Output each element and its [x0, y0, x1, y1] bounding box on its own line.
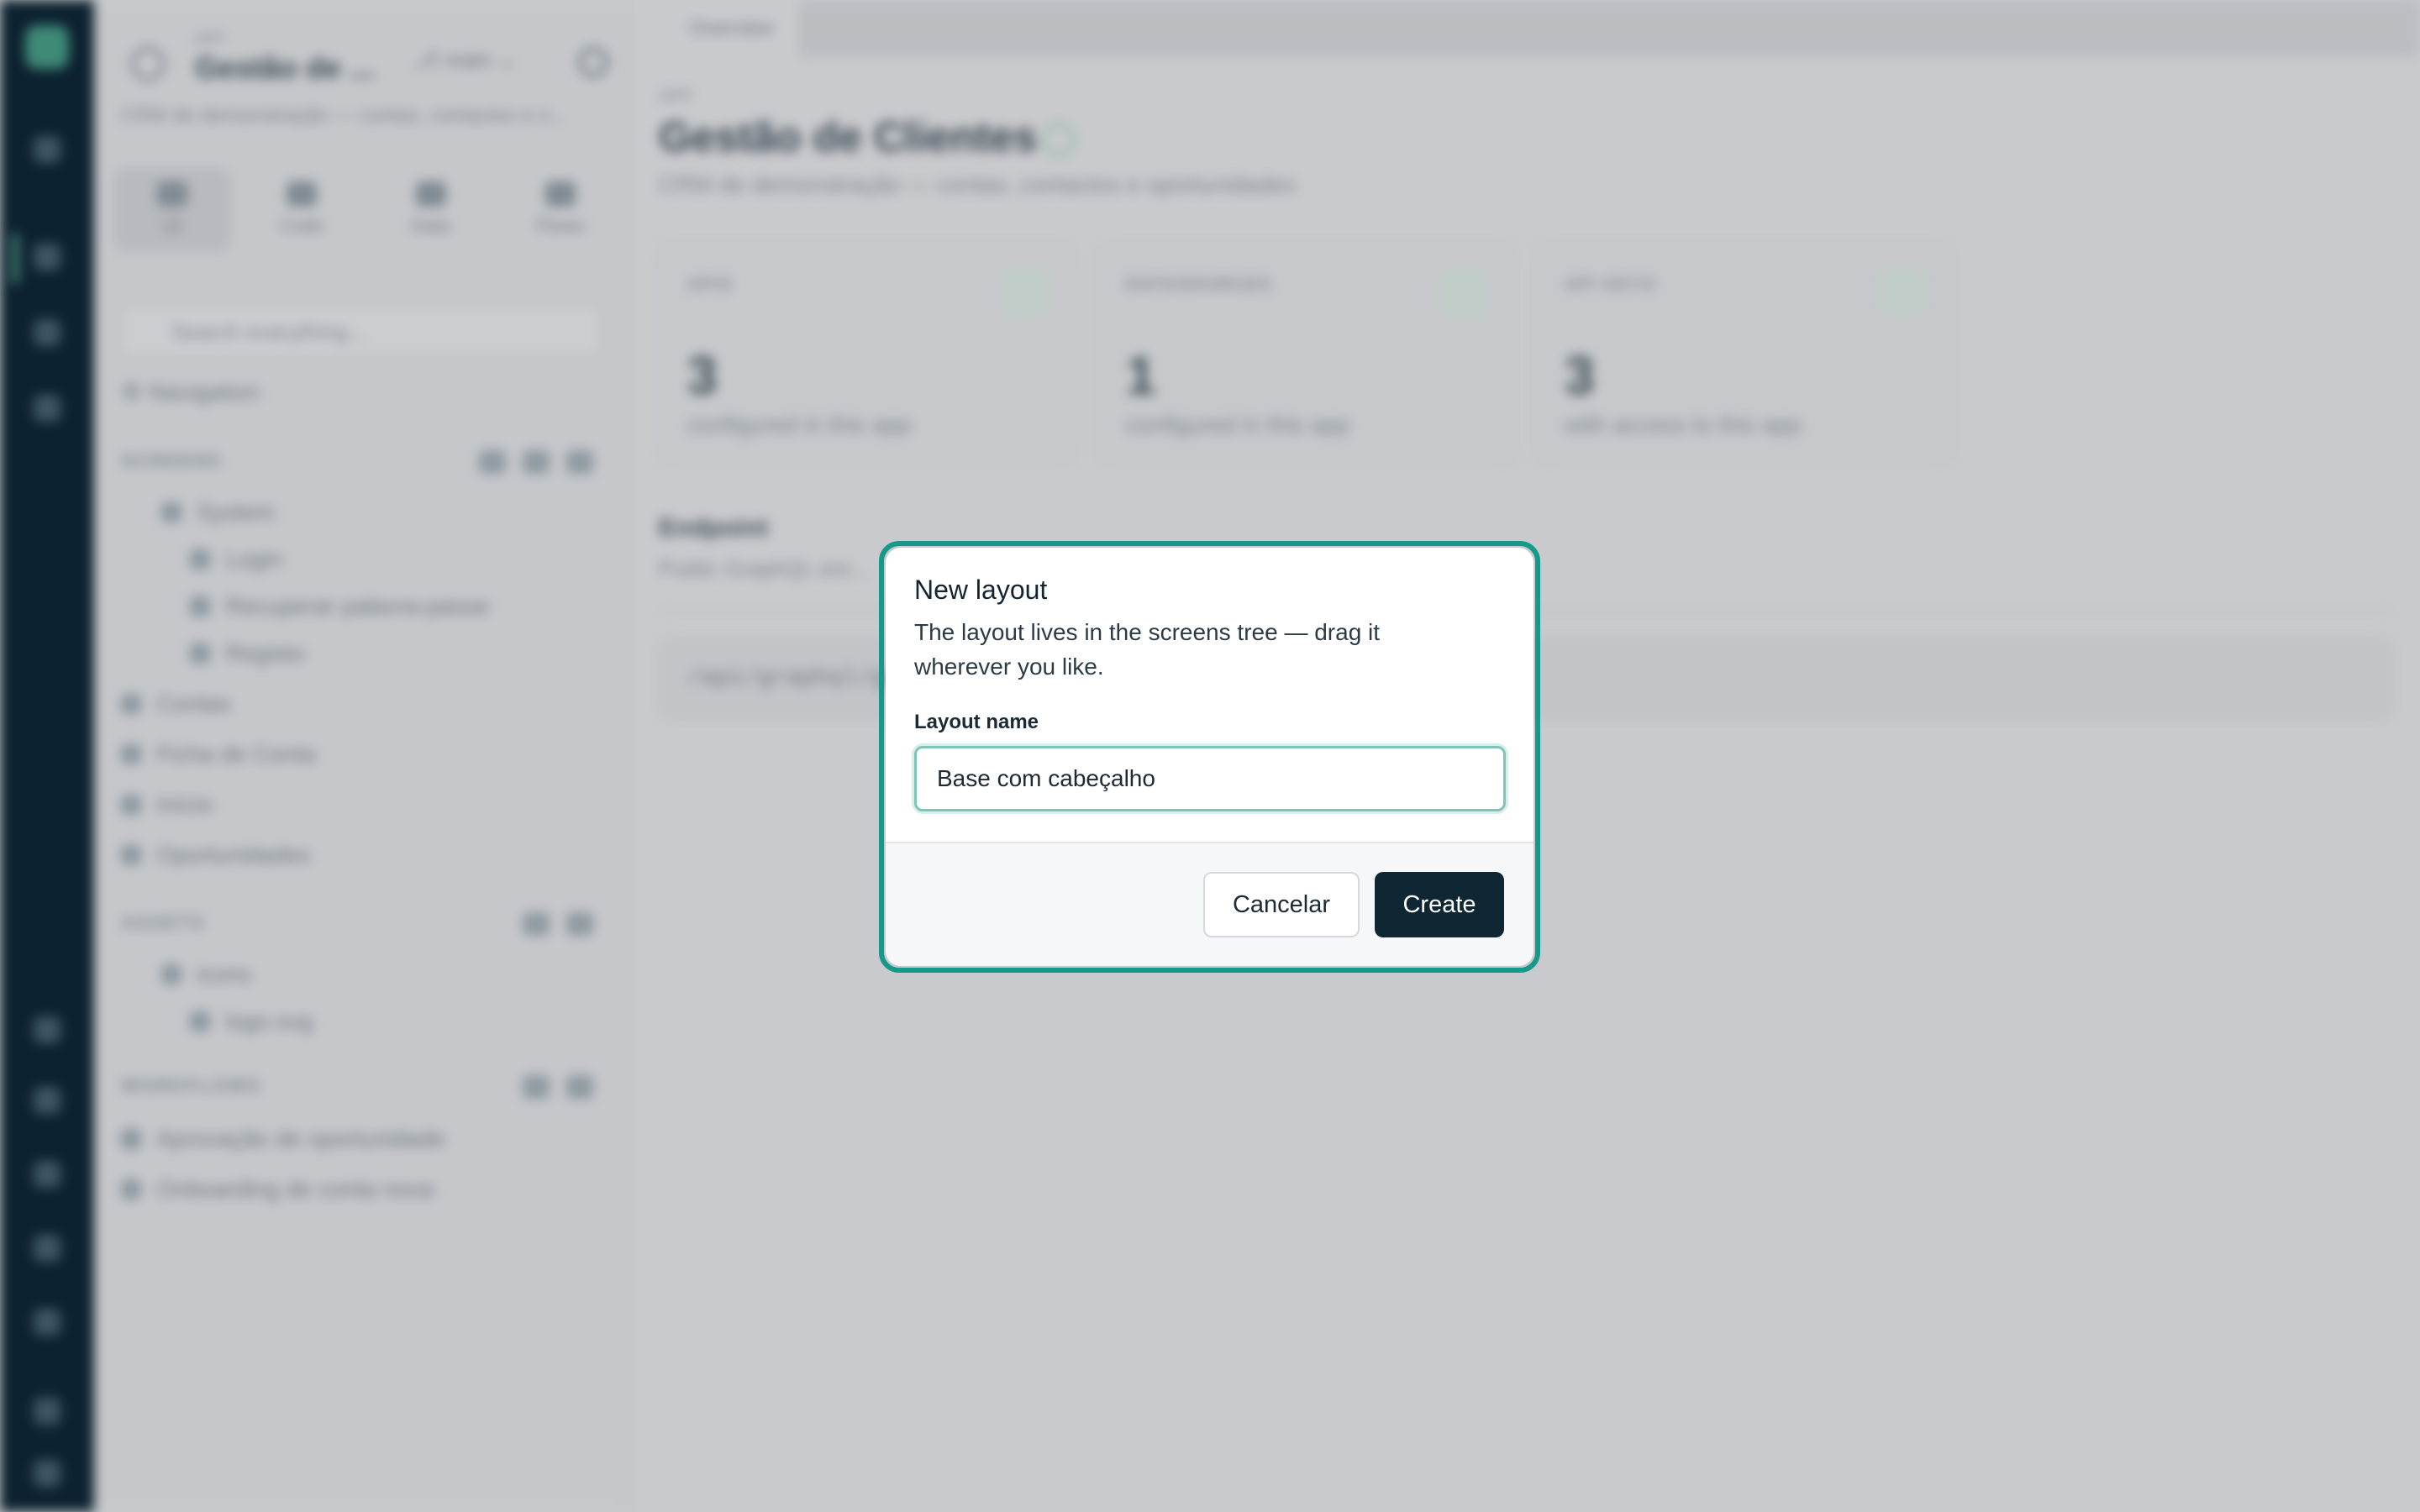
- tree-item[interactable]: Login: [190, 546, 283, 573]
- sidebar: APP Gestão de ... ⎇ main ⌄ CRM de demons…: [94, 0, 630, 1512]
- avatar[interactable]: [34, 1398, 60, 1425]
- app-logo-icon: [25, 25, 69, 69]
- key-icon: [1879, 269, 1926, 316]
- tab-data[interactable]: Data: [373, 168, 489, 252]
- breadcrumb: APP: [659, 87, 693, 106]
- dashboard-icon[interactable]: [34, 136, 60, 163]
- create-button[interactable]: Create: [1375, 872, 1504, 937]
- users-icon: [1042, 123, 1076, 156]
- user-icon[interactable]: [34, 1087, 60, 1114]
- add-folder-icon[interactable]: [479, 450, 506, 474]
- app-user-icon: [131, 47, 165, 81]
- tab-code[interactable]: Code: [244, 168, 360, 252]
- add-folder-icon[interactable]: [523, 912, 550, 936]
- flow-icon: [545, 181, 576, 207]
- sidebar-tabs: UI Code Data Flows: [114, 168, 618, 255]
- section-title-workflows: WORKFLOWS: [121, 1075, 262, 1096]
- tree-item[interactable]: Contas: [121, 690, 231, 717]
- dialog-title: New layout: [914, 575, 1048, 605]
- search-placeholder: Search everything...: [171, 319, 366, 344]
- add-screen-icon[interactable]: [523, 450, 550, 474]
- stat-card-api-keys[interactable]: API KEYS 3 with access to this app: [1536, 244, 1953, 464]
- layout-name-label: Layout name: [914, 711, 1039, 733]
- branch-name: main: [445, 47, 492, 72]
- tree-item[interactable]: Registo: [190, 640, 305, 667]
- section-title-assets: ASSETS: [121, 912, 206, 933]
- stat-card-datasources[interactable]: DATASOURCES 1 configured in this app: [1097, 244, 1514, 464]
- workflows-actions: [523, 1075, 593, 1099]
- add-folder-icon[interactable]: [523, 1075, 550, 1099]
- search-input[interactable]: Search everything...: [119, 304, 602, 358]
- screens-actions: [479, 450, 593, 474]
- add-layout-icon[interactable]: [566, 450, 593, 474]
- megaphone-icon[interactable]: [34, 1016, 60, 1043]
- app-label: APP: [195, 30, 226, 47]
- tree-item[interactable]: Recuperar palavra-passe: [190, 593, 489, 620]
- tab-label: UI: [163, 215, 182, 236]
- endpoint-subtitle: Public GraphQL ent...: [659, 556, 869, 581]
- card-label: APIS: [687, 276, 734, 294]
- tab-label: Data: [411, 215, 451, 236]
- assets-actions: [523, 912, 593, 936]
- tree-item[interactable]: icons: [161, 961, 251, 988]
- card-value: 3: [687, 345, 718, 406]
- dialog-description: The layout lives in the screens tree — d…: [914, 619, 1381, 680]
- help-icon[interactable]: [34, 1235, 60, 1262]
- app-name: Gestão de ...: [195, 50, 376, 85]
- cancel-button[interactable]: Cancelar: [1203, 872, 1360, 937]
- tab-overview[interactable]: Overview: [630, 0, 798, 57]
- card-subtitle: configured in this app: [1126, 412, 1350, 438]
- app-description: CRM de demonstração — contas, contactos …: [121, 104, 567, 127]
- tab-label: Flows: [536, 215, 585, 236]
- new-layout-dialog: New layout The layout lives in the scree…: [886, 548, 1534, 966]
- settings-icon[interactable]: [34, 1309, 60, 1336]
- section-title-screens: SCREENS: [121, 450, 223, 471]
- card-subtitle: with access to this app: [1565, 412, 1802, 438]
- stat-card-apis[interactable]: APIS 3 configured in this app: [659, 244, 1076, 464]
- icon-rail: [0, 0, 94, 1512]
- upload-icon[interactable]: [566, 912, 593, 936]
- endpoint-title: Endpoint: [659, 514, 768, 542]
- tree-item[interactable]: Início: [121, 791, 213, 818]
- api-icon: [1002, 269, 1049, 316]
- navigation-item[interactable]: ⚙ Navigation: [121, 378, 260, 406]
- tree-item[interactable]: Onboarding de conta nova: [121, 1176, 434, 1203]
- users-icon[interactable]: [34, 244, 60, 270]
- database-icon: [416, 181, 446, 207]
- tab-ui[interactable]: UI: [114, 168, 230, 252]
- page-title: Gestão de Clientes: [659, 113, 1038, 160]
- card-value: 3: [1565, 345, 1595, 406]
- tab-label: Code: [279, 215, 324, 236]
- dialog-footer: Cancelar Create: [886, 842, 1534, 966]
- card-subtitle: configured in this app: [687, 412, 912, 438]
- tab-flows[interactable]: Flows: [502, 168, 618, 252]
- rail-active-indicator: [12, 234, 18, 284]
- navigation-label: Navigation: [148, 379, 260, 405]
- tree-item[interactable]: Aprovação de oportunidade: [121, 1126, 445, 1152]
- add-workflow-icon[interactable]: [566, 1075, 593, 1099]
- card-label: API KEYS: [1565, 276, 1657, 294]
- chevron-down-icon: ⌄: [497, 47, 517, 72]
- layout-name-input[interactable]: [914, 746, 1506, 811]
- tree-item[interactable]: logo.svg: [190, 1008, 313, 1035]
- gear-icon[interactable]: [578, 47, 608, 77]
- code-icon: [287, 181, 317, 207]
- logout-icon[interactable]: [34, 1460, 60, 1487]
- tree-item[interactable]: Ficha de Conta: [121, 741, 316, 768]
- card-value: 1: [1126, 345, 1156, 406]
- tree-item[interactable]: Oportunidades: [121, 842, 311, 869]
- database-icon: [1440, 269, 1487, 316]
- card-label: DATASOURCES: [1126, 276, 1272, 294]
- page-subtitle: CRM de demonstração — contas, contactos …: [659, 171, 1296, 197]
- plus-icon[interactable]: [34, 395, 60, 422]
- key-icon[interactable]: [34, 1161, 60, 1188]
- layout-icon: [157, 181, 187, 207]
- rocket-icon[interactable]: [34, 319, 60, 346]
- branch-selector[interactable]: ⎇ main ⌄: [413, 47, 517, 73]
- tree-item[interactable]: System: [161, 499, 275, 526]
- editor-tabbar: Overview: [630, 0, 2420, 57]
